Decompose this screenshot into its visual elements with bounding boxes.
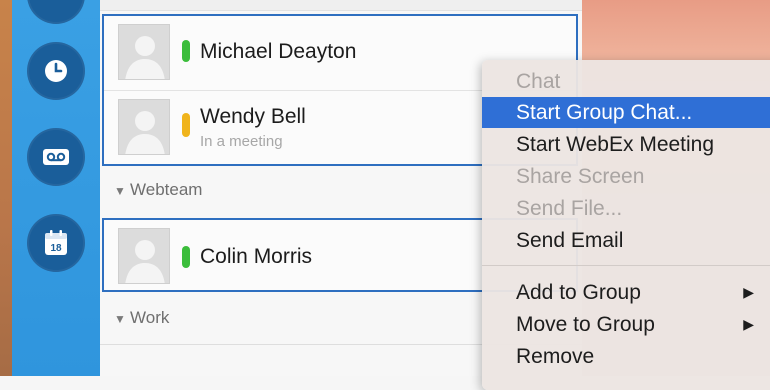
- presence-indicator-available: [182, 40, 190, 62]
- disclosure-triangle-icon[interactable]: ▼: [114, 312, 126, 326]
- app-sidebar: 18: [12, 0, 100, 376]
- presence-indicator-busy: [182, 113, 190, 137]
- list-top-edge: [100, 0, 582, 11]
- menu-item-start-group-chat[interactable]: Start Group Chat...: [482, 97, 770, 128]
- contact-name: Wendy Bell: [200, 105, 306, 128]
- menu-item-send-email[interactable]: Send Email: [482, 225, 770, 256]
- menu-item-chat[interactable]: Chat: [482, 66, 770, 97]
- contact-name: Michael Deayton: [200, 40, 357, 63]
- menu-item-start-webex-meeting[interactable]: Start WebEx Meeting: [482, 129, 770, 160]
- presence-indicator-available: [182, 246, 190, 268]
- avatar: [118, 99, 170, 155]
- menu-item-send-file[interactable]: Send File...: [482, 193, 770, 224]
- context-menu: Chat Start Group Chat... Start WebEx Mee…: [482, 60, 770, 390]
- disclosure-triangle-icon[interactable]: ▼: [114, 184, 126, 198]
- menu-item-move-to-group[interactable]: Move to Group ▶: [482, 309, 770, 340]
- contact-status: In a meeting: [200, 133, 283, 150]
- menu-separator: [482, 265, 770, 266]
- submenu-arrow-icon: ▶: [743, 284, 754, 300]
- menu-item-share-screen[interactable]: Share Screen: [482, 161, 770, 192]
- menu-item-remove[interactable]: Remove: [482, 341, 770, 372]
- sidebar-top-button[interactable]: [27, 0, 85, 24]
- calendar-icon[interactable]: 18: [27, 214, 85, 272]
- group-label: Work: [130, 308, 170, 327]
- avatar: [118, 228, 170, 284]
- menu-item-add-to-group[interactable]: Add to Group ▶: [482, 277, 770, 308]
- recent-clock-icon[interactable]: [27, 42, 85, 100]
- calendar-day: 18: [50, 243, 62, 254]
- contact-name: Colin Morris: [200, 245, 313, 268]
- desktop-edge: [0, 0, 12, 376]
- group-label: Webteam: [130, 180, 203, 199]
- submenu-arrow-icon: ▶: [743, 316, 754, 332]
- voicemail-icon[interactable]: [27, 128, 85, 186]
- avatar: [118, 24, 170, 80]
